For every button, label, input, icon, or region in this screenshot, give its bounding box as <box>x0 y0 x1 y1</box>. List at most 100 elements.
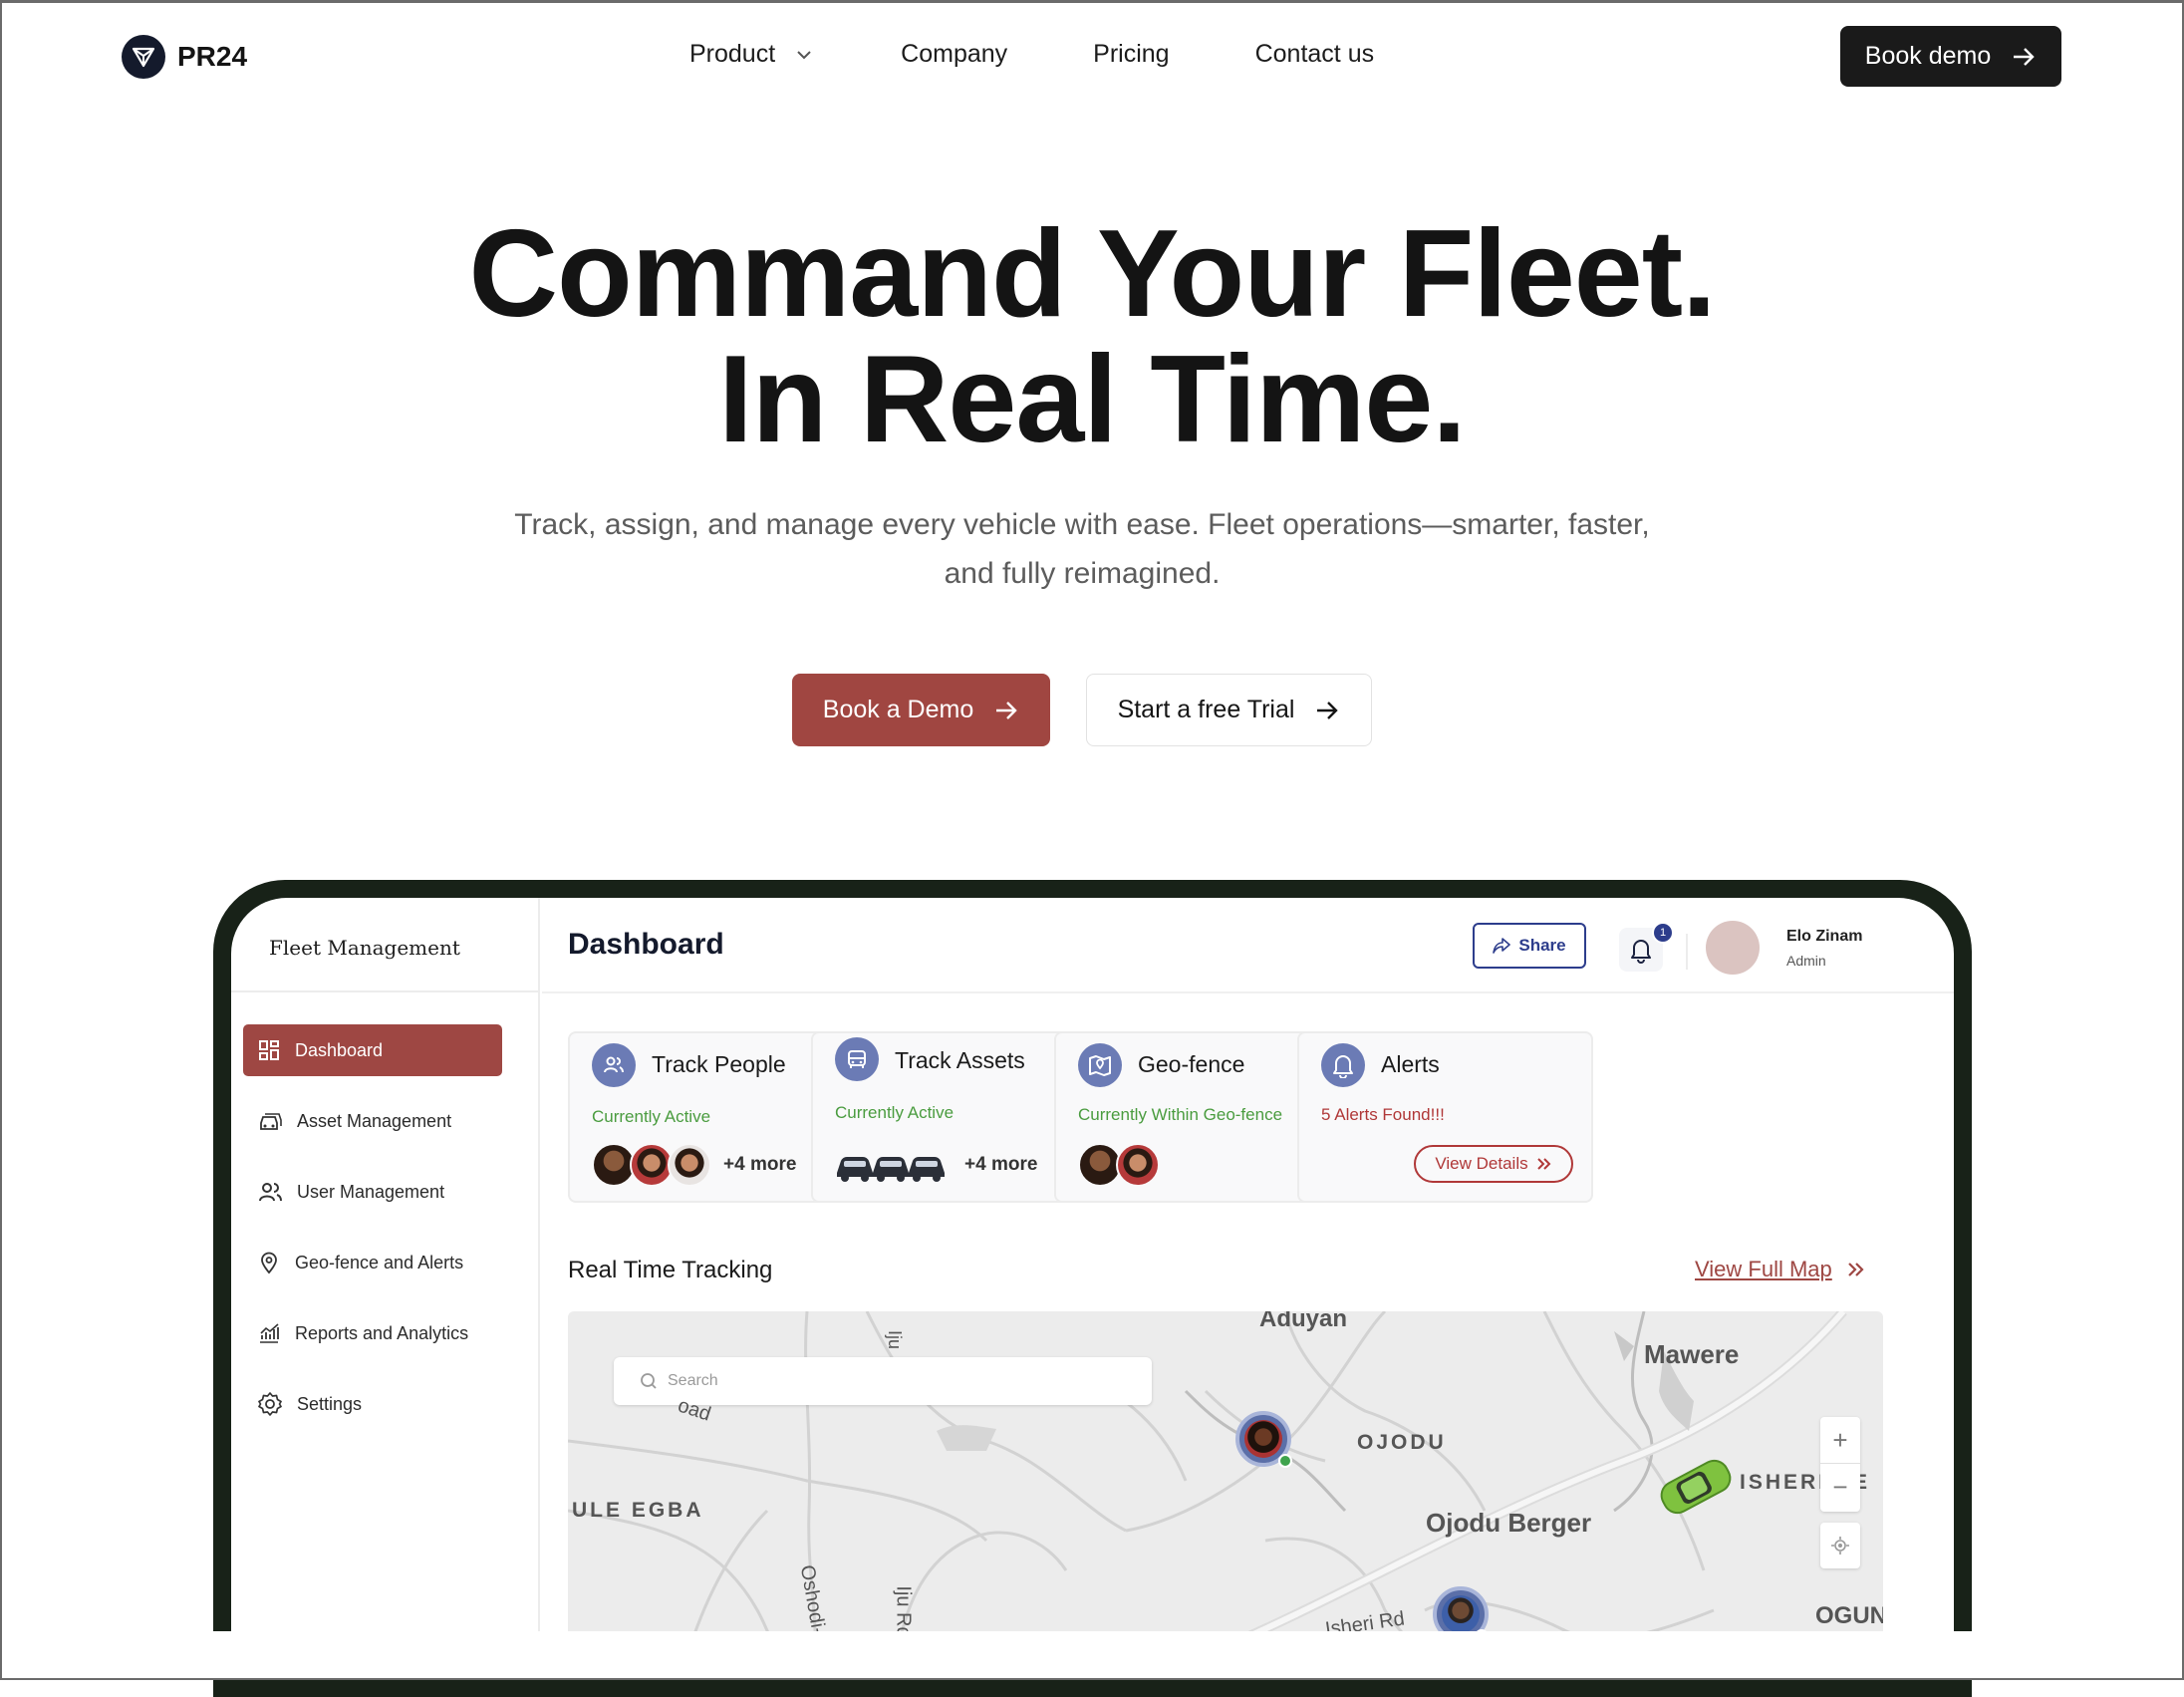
logo-icon <box>122 35 165 79</box>
sidebar-item-label: Asset Management <box>297 1110 452 1131</box>
hero-subtitle-line1: Track, assign, and manage every vehicle … <box>514 508 1650 541</box>
share-button[interactable]: Share <box>1473 923 1586 969</box>
map-label-ule-egba: ULE EGBA <box>572 1499 704 1522</box>
arrow-right-icon <box>2014 47 2035 66</box>
map-label-iju-rd: Iju Rd <box>892 1585 915 1638</box>
bell-icon <box>1631 940 1651 964</box>
hero-title: Command Your Fleet. In Real Time. <box>0 211 2184 462</box>
more-count: +4 more <box>723 1154 797 1175</box>
sidebar-item-settings[interactable]: Settings <box>243 1378 502 1430</box>
double-chevron-right-icon <box>1536 1158 1551 1170</box>
sidebar-item-dashboard[interactable]: Dashboard <box>243 1024 502 1076</box>
double-chevron-right-icon <box>1847 1263 1864 1276</box>
location-pin-icon <box>261 1252 277 1274</box>
page-title: Dashboard <box>568 928 724 961</box>
card-status: Currently Active <box>592 1107 711 1126</box>
gear-icon <box>258 1392 282 1416</box>
map-label-ojodu: OJODU <box>1357 1431 1447 1454</box>
book-a-demo-label: Book a Demo <box>822 696 974 723</box>
avatar <box>668 1143 711 1187</box>
zoom-in-icon[interactable]: + <box>1820 1417 1860 1464</box>
hero-subtitle: Track, assign, and manage every vehicle … <box>498 500 1666 598</box>
avatar <box>1116 1143 1160 1187</box>
vehicle-group: +4 more <box>835 1141 1037 1189</box>
share-icon <box>1493 938 1511 954</box>
user-name: Elo Zinam <box>1786 928 1863 945</box>
sidebar-item-label: Dashboard <box>295 1039 384 1060</box>
share-label: Share <box>1518 936 1566 955</box>
device-mockup: Fleet Management Dashboard Asset Managem… <box>213 880 1972 1697</box>
more-count: +4 more <box>964 1154 1038 1175</box>
avatar-group <box>1078 1141 1160 1189</box>
grid-icon <box>259 1040 279 1060</box>
book-a-demo-button[interactable]: Book a Demo <box>792 674 1050 746</box>
hero-subtitle-line2: and fully reimagined. <box>944 557 1221 590</box>
notification-badge: 1 <box>1652 922 1674 944</box>
car-icon <box>835 1037 879 1081</box>
map-icon <box>1078 1043 1122 1087</box>
view-full-map-label: View Full Map <box>1695 1257 1832 1281</box>
users-icon <box>259 1183 282 1202</box>
brand-logo[interactable]: PR24 <box>122 35 247 79</box>
online-indicator <box>1278 1454 1292 1468</box>
search-placeholder: Search <box>668 1372 718 1389</box>
sidebar-item-label: Reports and Analytics <box>295 1322 469 1343</box>
bell-icon <box>1321 1043 1365 1087</box>
avatar[interactable] <box>1706 921 1760 975</box>
car-icon <box>260 1113 282 1130</box>
arrow-right-icon <box>996 701 1017 719</box>
sidebar-item-label: Geo-fence and Alerts <box>295 1252 464 1273</box>
arrow-right-icon <box>1317 701 1339 719</box>
map-label-iju: Iju <box>885 1329 906 1350</box>
start-free-trial-label: Start a free Trial <box>1117 696 1295 723</box>
sidebar-item-label: User Management <box>297 1181 445 1202</box>
sidebar-item-user-management[interactable]: User Management <box>243 1166 502 1218</box>
search-icon <box>641 1373 657 1389</box>
avatar <box>1442 1595 1480 1633</box>
nav-product-label: Product <box>689 40 776 68</box>
chevron-down-icon <box>797 50 811 59</box>
crosshair-icon <box>1831 1537 1849 1555</box>
book-demo-button[interactable]: Book demo <box>1840 26 2061 87</box>
app-main: Dashboard Share 1 Elo Zinam Admin Track … <box>542 898 1954 1655</box>
card-title: Geo-fence <box>1138 1051 1245 1077</box>
avatar-group: +4 more <box>592 1141 796 1189</box>
sidebar-item-reports-analytics[interactable]: Reports and Analytics <box>243 1307 502 1359</box>
sidebar-item-asset-management[interactable]: Asset Management <box>243 1095 502 1147</box>
card-status: Currently Active <box>835 1103 955 1122</box>
user-role: Admin <box>1786 953 1826 969</box>
nav-pricing[interactable]: Pricing <box>1093 40 1169 69</box>
header-divider <box>542 991 1954 993</box>
map-label-ojodu-berger: Ojodu Berger <box>1426 1508 1592 1538</box>
section-title: Real Time Tracking <box>568 1257 773 1283</box>
card-title: Track People <box>652 1051 786 1077</box>
zoom-out-icon[interactable]: − <box>1820 1464 1860 1511</box>
view-details-label: View Details <box>1435 1154 1528 1173</box>
avatar <box>1244 1420 1282 1458</box>
map-label-isheri: ISHERI <box>1740 1471 1828 1494</box>
map-label-ogun: OGUN <box>1815 1602 1883 1629</box>
nav-company[interactable]: Company <box>901 40 1007 69</box>
view-details-button[interactable]: View Details <box>1414 1145 1573 1183</box>
hero-title-line1: Command Your Fleet. <box>468 205 1716 343</box>
nav-contact[interactable]: Contact us <box>1255 40 1375 69</box>
alerts-card[interactable]: Alerts 5 Alerts Found!!! View Details <box>1297 1031 1593 1203</box>
map-label-mawere: Mawere <box>1644 1339 1740 1369</box>
nav-product[interactable]: Product <box>689 40 815 69</box>
tracking-map[interactable]: Search Aduyan Mawere OJODU ULE EGBA Ojod… <box>568 1311 1883 1655</box>
cars-icon <box>837 1157 945 1182</box>
card-status: Currently Within Geo-fence <box>1078 1105 1283 1124</box>
hero-title-line2: In Real Time. <box>718 331 1467 468</box>
app-brand: Fleet Management <box>269 936 460 960</box>
locate-button[interactable] <box>1820 1523 1860 1568</box>
sidebar-item-geofence-alerts[interactable]: Geo-fence and Alerts <box>243 1237 502 1288</box>
sidebar-item-label: Settings <box>297 1393 363 1414</box>
chart-icon <box>260 1323 279 1343</box>
zoom-controls: + − <box>1820 1417 1860 1512</box>
people-icon <box>592 1043 636 1087</box>
start-free-trial-button[interactable]: Start a free Trial <box>1086 674 1372 746</box>
app-screen: Fleet Management Dashboard Asset Managem… <box>231 898 1954 1655</box>
view-full-map-link[interactable]: View Full Map <box>1695 1257 1866 1282</box>
page-bottom-mask <box>0 1631 2184 1680</box>
header-divider <box>1686 934 1688 970</box>
